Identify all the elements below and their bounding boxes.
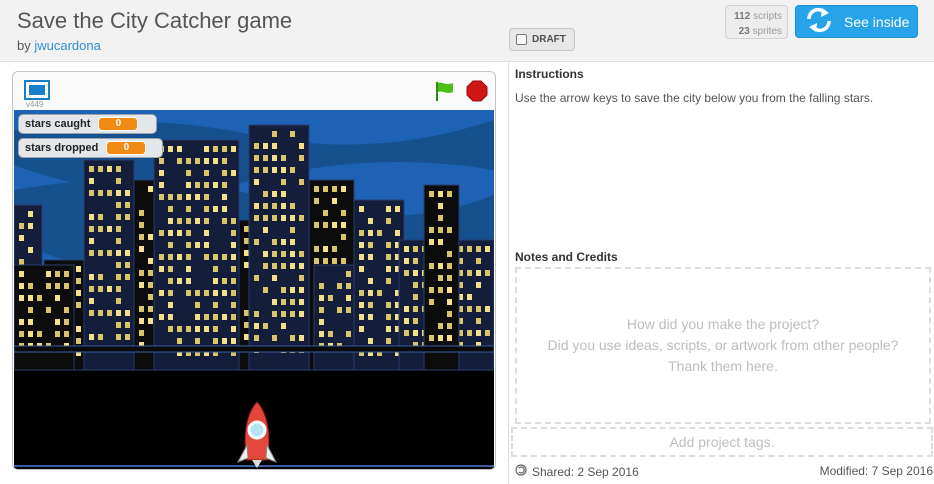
project-player: v449 stars caught 0 stars dropped 0 xyxy=(12,71,496,470)
green-flag-icon[interactable] xyxy=(433,80,455,107)
notes-placeholder-line-3: Thank them here. xyxy=(668,358,778,374)
shared-date: Shared: 2 Sep 2016 xyxy=(515,464,639,479)
shared-label: Shared: 2 Sep 2016 xyxy=(532,464,639,479)
stars-caught-value: 0 xyxy=(98,117,139,131)
project-header: Save the City Catcher game by jwucardona… xyxy=(0,0,934,62)
draft-checkbox[interactable] xyxy=(516,34,527,45)
project-info-panel: Instructions Use the arrow keys to save … xyxy=(508,62,934,484)
project-stats: 112 scripts 23 sprites xyxy=(725,5,788,39)
tags-field[interactable]: Add project tags. xyxy=(511,427,933,457)
stars-dropped-value: 0 xyxy=(106,141,147,155)
stage[interactable]: stars caught 0 stars dropped 0 xyxy=(14,110,494,469)
modified-date: Modified: 7 Sep 2016 xyxy=(819,464,933,478)
notes-placeholder-line-1: How did you make the project? xyxy=(626,316,820,332)
see-inside-button[interactable]: See inside xyxy=(795,5,918,38)
stars-caught-label: stars caught xyxy=(25,118,91,130)
by-label: by xyxy=(17,38,31,53)
stars-caught-monitor[interactable]: stars caught 0 xyxy=(18,114,157,134)
stars-dropped-monitor[interactable]: stars dropped 0 xyxy=(18,138,163,158)
player-controls: v449 xyxy=(13,72,495,110)
draft-toggle[interactable]: DRAFT xyxy=(509,28,575,51)
shared-icon xyxy=(515,464,527,479)
notes-placeholder-line-2: Did you use ideas, scripts, or artwork f… xyxy=(547,337,899,353)
notes-heading: Notes and Credits xyxy=(515,250,618,264)
instructions-text[interactable]: Use the arrow keys to save the city belo… xyxy=(515,91,873,105)
version-label: v449 xyxy=(26,100,44,109)
see-inside-label: See inside xyxy=(844,13,910,30)
draft-label: DRAFT xyxy=(532,34,566,45)
notes-field[interactable]: How did you make the project? Did you us… xyxy=(515,267,931,424)
stars-dropped-label: stars dropped xyxy=(25,142,99,154)
sprites-count: 23 xyxy=(738,26,750,37)
city-night-backdrop xyxy=(14,110,494,469)
stop-icon[interactable] xyxy=(466,80,488,107)
scripts-label: scripts xyxy=(753,11,782,22)
instructions-heading: Instructions xyxy=(515,67,584,81)
author-link[interactable]: jwucardona xyxy=(34,38,101,53)
sprites-label: sprites xyxy=(752,26,782,37)
project-title: Save the City Catcher game xyxy=(17,8,293,33)
scripts-count: 112 xyxy=(734,11,751,22)
byline: by jwucardona xyxy=(17,38,101,53)
remix-arrows-icon xyxy=(804,7,834,36)
